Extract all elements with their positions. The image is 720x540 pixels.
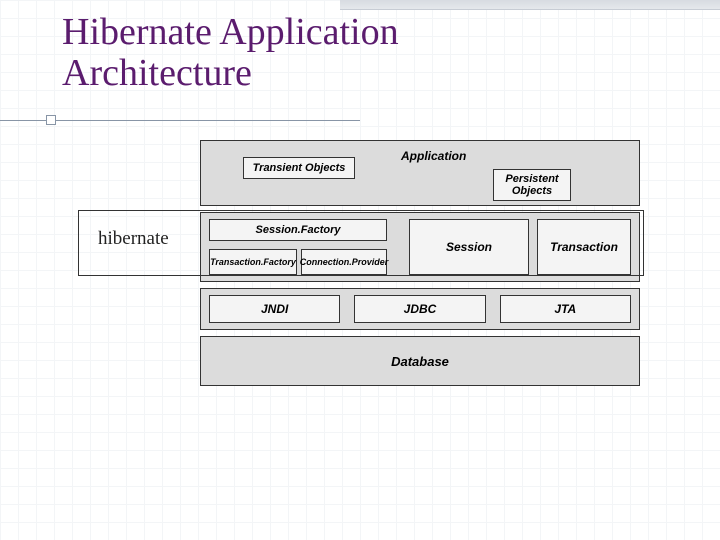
- architecture-diagram: Application Transient Objects Persistent…: [200, 140, 640, 392]
- jdbc-box: JDBC: [354, 295, 485, 323]
- session-factory-box: Session.Factory: [209, 219, 387, 241]
- bullet-square-icon: [46, 115, 56, 125]
- transaction-box: Transaction: [537, 219, 631, 275]
- database-layer: Database: [200, 336, 640, 386]
- database-label: Database: [391, 354, 449, 369]
- hibernate-text: hibernate: [98, 228, 169, 250]
- java-api-layer: JNDI JDBC JTA: [200, 288, 640, 330]
- jndi-box: JNDI: [209, 295, 340, 323]
- title-line-2: Architecture: [62, 52, 252, 94]
- application-layer: Application Transient Objects Persistent…: [200, 140, 640, 206]
- page-title: Hibernate Application Architecture: [62, 12, 399, 94]
- persistent-objects-box: Persistent Objects: [493, 169, 571, 201]
- title-line-1: Hibernate Application: [62, 11, 399, 53]
- transient-objects-box: Transient Objects: [243, 157, 355, 179]
- session-box: Session: [409, 219, 529, 275]
- hibernate-layer: Session.Factory Transaction.Factory Conn…: [200, 212, 640, 282]
- top-decorative-bar: [340, 0, 720, 10]
- jta-box: JTA: [500, 295, 631, 323]
- application-label: Application: [401, 149, 466, 163]
- transaction-factory-box: Transaction.Factory: [209, 249, 297, 275]
- connection-provider-box: Connection.Provider: [301, 249, 387, 275]
- api-row: JNDI JDBC JTA: [209, 295, 631, 323]
